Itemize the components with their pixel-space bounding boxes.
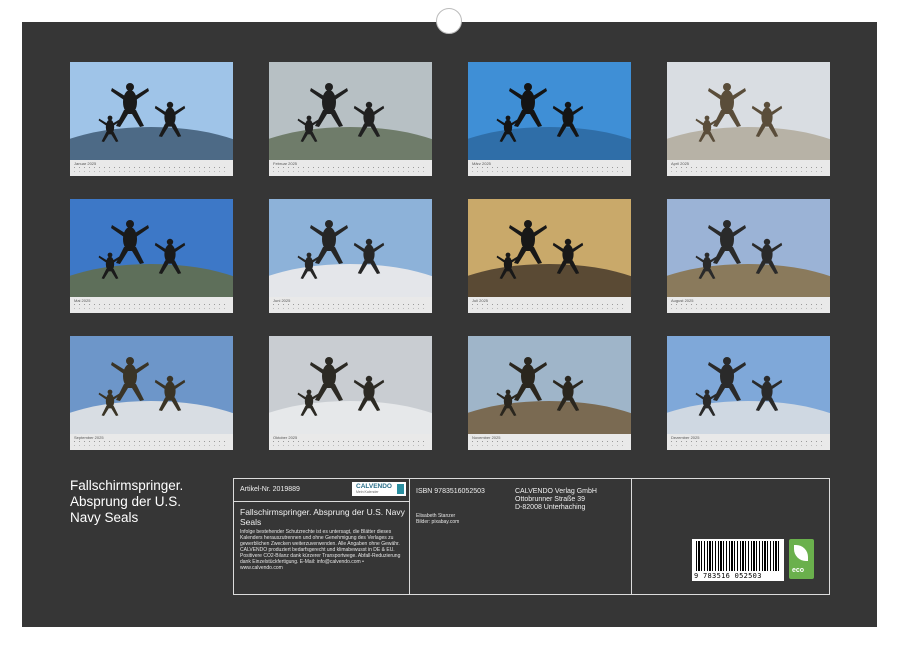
weekday-row [671,308,826,309]
skydiver-photo [468,199,631,297]
article-number: Artikel-Nr. 2019889 [240,486,300,493]
month-label: Juni 2025 [273,298,291,303]
barcode: 9 783516 052503 [692,539,784,581]
month-thumbnail: März 2025 [468,62,631,176]
month-grid: Oktober 2025 [269,434,432,450]
barcode-bars-icon [696,541,780,571]
month-label: September 2025 [74,435,104,440]
month-thumbnail: Juni 2025 [269,199,432,313]
logo-mark-icon [397,484,404,494]
day-numbers-row [472,441,627,442]
month-grid: April 2025 [667,160,830,176]
month-label: Oktober 2025 [273,435,298,440]
weekday-row [671,171,826,172]
month-thumbnail: Dezember 2025 [667,336,830,450]
month-label: Mai 2025 [74,298,91,303]
month-label: Dezember 2025 [671,435,700,440]
weekday-row [74,171,229,172]
month-grid: Juli 2025 [468,297,631,313]
leaf-icon [794,545,808,561]
month-label: Februar 2025 [273,161,298,166]
barcode-number: 9 783516 052503 [694,572,762,580]
skydiver-photo [468,62,631,160]
logo-text: CALVENDO [356,483,392,490]
weekday-row [74,445,229,446]
month-label: April 2025 [671,161,690,166]
month-grid: Januar 2025 [70,160,233,176]
weekday-row [472,171,627,172]
publisher-line: CALVENDO Verlag GmbH [515,488,597,495]
isbn: ISBN 9783516052503 [416,488,485,495]
month-grid: August 2025 [667,297,830,313]
skydiver-photo [70,336,233,434]
calvendo-logo: CALVENDO Mein Kalender [352,482,406,496]
day-numbers-row [273,304,428,305]
skydiver-photo [269,336,432,434]
month-thumbnail: August 2025 [667,199,830,313]
day-numbers-row [74,441,229,442]
weekday-row [472,308,627,309]
month-grid: November 2025 [468,434,631,450]
month-grid: Juni 2025 [269,297,432,313]
day-numbers-row [273,167,428,168]
calendar-title-line: Absprung der U.S. [70,494,182,509]
month-thumbnail: Februar 2025 [269,62,432,176]
weekday-row [74,308,229,309]
info-title: Fallschirmspringer. Absprung der U.S. Na… [240,507,405,527]
day-numbers-row [671,167,826,168]
month-thumbnail: April 2025 [667,62,830,176]
skydiver-photo [468,336,631,434]
day-numbers-row [472,167,627,168]
hanger-hole [436,8,462,34]
month-thumbnail: Januar 2025 [70,62,233,176]
day-numbers-row [74,167,229,168]
month-thumbnail: November 2025 [468,336,631,450]
eco-label: eco [792,567,805,574]
calendar-title-line: Fallschirmspringer. [70,478,184,493]
month-label: August 2025 [671,298,694,303]
month-thumbnail: Oktober 2025 [269,336,432,450]
legal-text: Infolge bestehender Schutzrechte ist es … [240,529,401,571]
month-grid: Dezember 2025 [667,434,830,450]
skydiver-photo [269,199,432,297]
month-grid: März 2025 [468,160,631,176]
weekday-row [671,445,826,446]
publisher-line: D-82008 Unterhaching [515,504,586,511]
month-label: März 2025 [472,161,491,166]
skydiver-photo [70,199,233,297]
month-thumbnail: Mai 2025 [70,199,233,313]
month-grid: Mai 2025 [70,297,233,313]
day-numbers-row [472,304,627,305]
publisher-line: Ottobrunner Straße 39 [515,496,586,503]
info-box: Artikel-Nr. 2019889 CALVENDO Mein Kalend… [233,478,830,595]
month-grid: Februar 2025 [269,160,432,176]
skydiver-photo [269,62,432,160]
day-numbers-row [671,441,826,442]
calendar-back-cover: Fallschirmspringer. Absprung der U.S. Na… [22,22,877,627]
logo-subtext: Mein Kalender [356,490,379,494]
skydiver-photo [667,336,830,434]
weekday-row [472,445,627,446]
skydiver-photo [70,62,233,160]
month-thumbnail: Juli 2025 [468,199,631,313]
day-numbers-row [671,304,826,305]
month-label: Juli 2025 [472,298,489,303]
day-numbers-row [74,304,229,305]
month-label: Januar 2025 [74,161,97,166]
skydiver-photo [667,62,830,160]
month-label: November 2025 [472,435,501,440]
calendar-title: Fallschirmspringer. Absprung der U.S. Na… [70,478,225,526]
skydiver-photo [667,199,830,297]
eco-badge: eco [789,539,814,579]
weekday-row [273,171,428,172]
month-thumbnail: September 2025 [70,336,233,450]
day-numbers-row [273,441,428,442]
image-credits: Bilder: pixabay.com [416,519,460,525]
month-grid: September 2025 [70,434,233,450]
weekday-row [273,445,428,446]
calendar-title-line: Navy Seals [70,510,139,525]
weekday-row [273,308,428,309]
